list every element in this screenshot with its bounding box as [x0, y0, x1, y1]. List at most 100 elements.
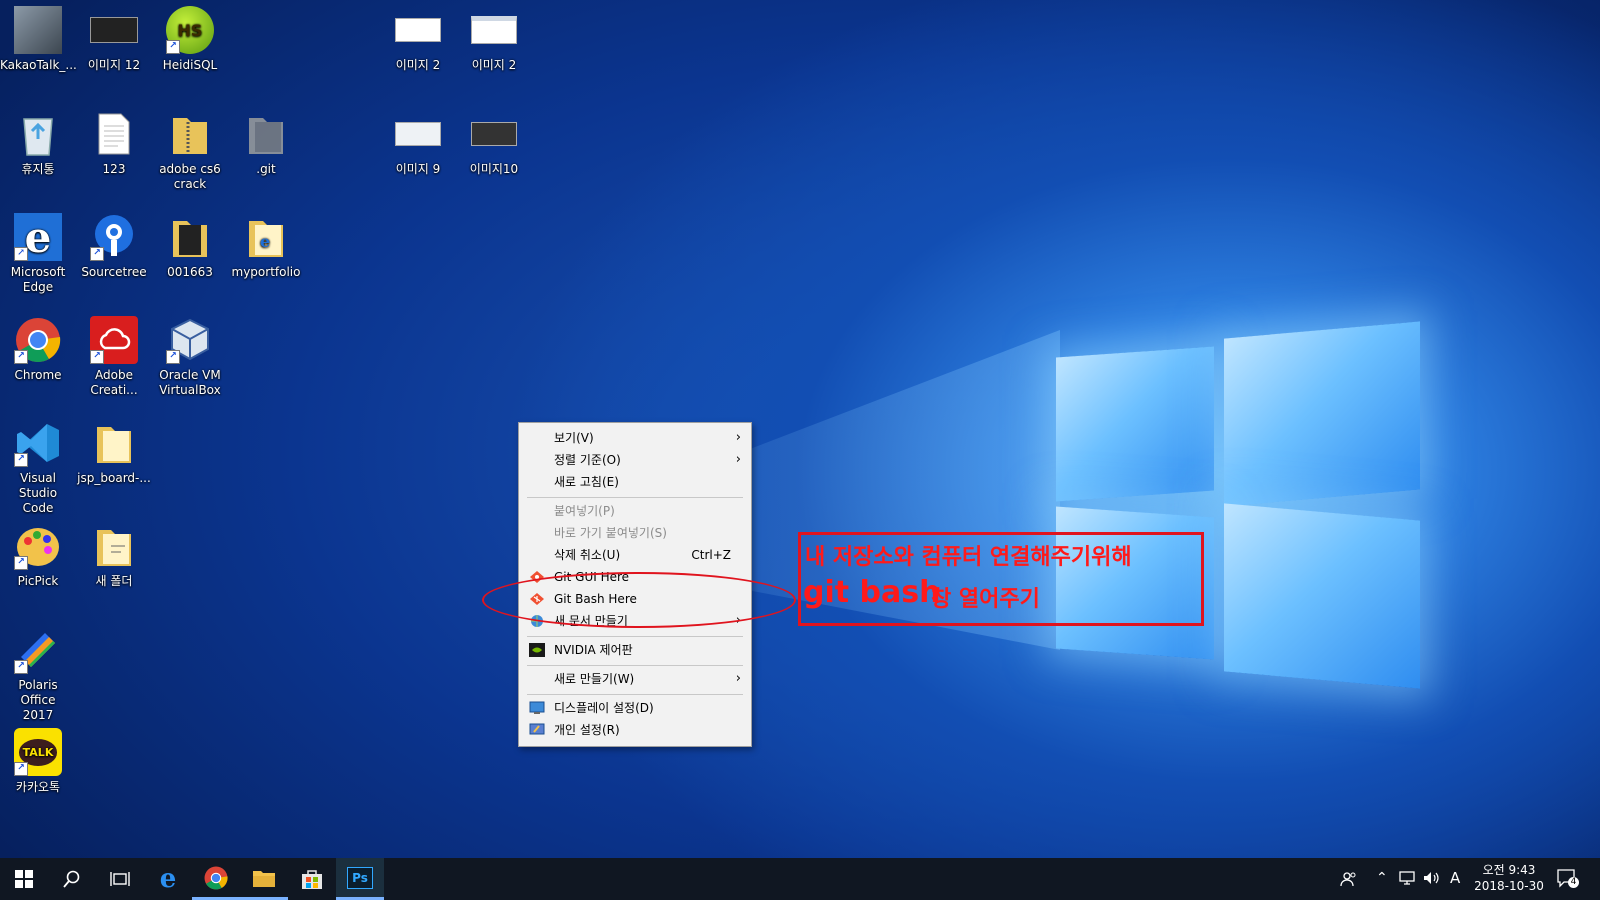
shortcut-arrow-icon: ↗ — [14, 247, 28, 261]
desktop-icon-sourcetree[interactable]: ↗ Sourcetree — [76, 213, 152, 280]
menu-item-undo-delete[interactable]: 삭제 취소(U) Ctrl+Z — [519, 544, 751, 566]
desktop-icon-image-12[interactable]: 이미지 12 — [76, 6, 152, 73]
desktop-icon-image-2b[interactable]: 이미지 2 — [456, 6, 532, 73]
menu-item-label: 보기(V) — [554, 431, 594, 445]
icon-label: Chrome — [14, 368, 62, 382]
taskbar-file-explorer[interactable] — [240, 858, 288, 900]
icon-label: 새 폴더 — [95, 574, 133, 588]
taskbar-edge[interactable]: e — [144, 858, 192, 900]
desktop-icon-virtualbox[interactable]: ↗ Oracle VM VirtualBox — [152, 316, 228, 398]
menu-item-paste[interactable]: 붙여넣기(P) — [519, 500, 751, 522]
menu-item-sort-by[interactable]: 정렬 기준(O) › — [519, 449, 751, 471]
menu-item-new[interactable]: 새로 만들기(W) › — [519, 668, 751, 690]
clock[interactable]: 오전 9:43 2018-10-30 — [1474, 862, 1544, 894]
icon-label: PicPick — [17, 574, 59, 588]
annotation-line-2-rest: 창 열어주기 — [931, 587, 1040, 612]
desktop-icon-git-folder[interactable]: .git — [228, 110, 304, 177]
desktop-icon-kakaotalk-image[interactable]: KakaoTalk_... — [0, 6, 77, 73]
personalize-icon — [529, 723, 545, 735]
recycle-bin-icon — [14, 110, 62, 158]
icon-label: 카카오톡 — [15, 780, 61, 794]
menu-item-label: 새로 고침(E) — [554, 475, 619, 489]
desktop-icon-123[interactable]: 123 — [76, 110, 152, 177]
desktop-icon-microsoft-edge[interactable]: e ↗ Microsoft Edge — [0, 213, 76, 295]
vscode-icon: ↗ — [14, 419, 62, 467]
icon-label: Adobe Creati... — [90, 368, 138, 397]
ime-indicator[interactable]: A — [1450, 869, 1460, 887]
shortcut-arrow-icon: ↗ — [90, 247, 104, 261]
icon-label: Microsoft Edge — [10, 265, 66, 294]
desktop-icon-heidisql[interactable]: HS ↗ HeidiSQL — [152, 6, 228, 73]
desktop-icon-001663[interactable]: 001663 — [152, 213, 228, 280]
svg-text:e: e — [260, 232, 270, 251]
desktop-icon-vscode[interactable]: ↗ Visual Studio Code — [0, 419, 76, 516]
people-icon[interactable] — [1340, 870, 1358, 891]
desktop-icon-chrome[interactable]: ↗ Chrome — [0, 316, 76, 383]
desktop[interactable]: KakaoTalk_... 휴지통 e ↗ Microsoft Edge ↗ C… — [0, 0, 1600, 858]
menu-item-refresh[interactable]: 새로 고침(E) — [519, 471, 751, 493]
action-center-button[interactable]: 4 — [1556, 868, 1579, 891]
menu-item-nvidia[interactable]: NVIDIA 제어판 — [519, 639, 751, 661]
search-button[interactable] — [48, 858, 96, 900]
wallpaper-logo-pane — [1224, 321, 1420, 507]
volume-icon[interactable] — [1422, 870, 1440, 889]
menu-item-label: 바로 가기 붙여넣기(S) — [554, 526, 667, 540]
menu-item-display-settings[interactable]: 디스플레이 설정(D) — [519, 697, 751, 719]
clock-time: 오전 9:43 — [1482, 863, 1536, 877]
shortcut-arrow-icon: ↗ — [14, 350, 28, 364]
task-view-button[interactable] — [96, 858, 144, 900]
menu-item-shortcut: Ctrl+Z — [691, 548, 731, 562]
desktop-icon-image-9[interactable]: 이미지 9 — [380, 110, 456, 177]
shortcut-arrow-icon: ↗ — [166, 350, 180, 364]
menu-item-paste-shortcut[interactable]: 바로 가기 붙여넣기(S) — [519, 522, 751, 544]
folder-icon: e — [242, 213, 290, 261]
desktop-icon-kakaotalk[interactable]: TALK ↗ 카카오톡 — [0, 728, 76, 795]
picpick-palette-icon: ↗ — [14, 522, 62, 570]
icon-label: 이미지10 — [469, 162, 519, 176]
icon-label: 이미지 2 — [471, 58, 517, 72]
menu-item-label: 붙여넣기(P) — [554, 504, 615, 518]
menu-separator — [527, 497, 743, 498]
desktop-icon-adobe-cs6-crack[interactable]: adobe cs6 crack — [152, 110, 228, 192]
wallpaper-logo-pane — [1224, 503, 1420, 689]
desktop-icon-recycle-bin[interactable]: 휴지통 — [0, 110, 76, 177]
icon-label: .git — [256, 162, 276, 176]
start-button[interactable] — [0, 858, 48, 900]
icon-label: Polaris Office 2017 — [18, 678, 58, 722]
desktop-icon-polaris-office[interactable]: ↗ Polaris Office 2017 — [0, 626, 76, 723]
desktop-icon-myportfolio[interactable]: e myportfolio — [228, 213, 304, 280]
desktop-icon-image-2a[interactable]: 이미지 2 — [380, 6, 456, 73]
network-icon[interactable] — [1398, 870, 1416, 889]
annotation-ellipse — [482, 572, 796, 628]
annotation-box: 내 저장소와 컴퓨터 연결해주기위해 git bash 창 열어주기 — [798, 532, 1204, 626]
zip-folder-icon — [166, 110, 214, 158]
icon-label: 001663 — [167, 265, 213, 279]
wallpaper-logo-pane — [1056, 346, 1214, 502]
menu-item-label: 개인 설정(R) — [554, 723, 620, 737]
edge-icon: e — [159, 864, 177, 894]
menu-item-view[interactable]: 보기(V) › — [519, 427, 751, 449]
task-view-icon — [110, 872, 130, 886]
taskbar-chrome[interactable] — [192, 858, 240, 900]
menu-item-label: 새로 만들기(W) — [554, 672, 635, 686]
desktop-icon-adobe-creative-cloud[interactable]: ↗ Adobe Creati... — [76, 316, 152, 398]
menu-item-label: 정렬 기준(O) — [554, 453, 621, 467]
icon-label: 123 — [102, 162, 126, 176]
photo-thumbnail-icon — [14, 6, 62, 54]
folder-icon — [166, 213, 214, 261]
taskbar-store[interactable] — [288, 858, 336, 900]
desktop-icon-image-10[interactable]: 이미지10 — [456, 110, 532, 177]
desktop-icon-new-folder[interactable]: 새 폴더 — [76, 522, 152, 589]
monitor-icon — [529, 701, 545, 714]
desktop-icon-jsp-board[interactable]: jsp_board-... — [76, 419, 152, 486]
chevron-up-icon[interactable]: ⌃ — [1376, 870, 1388, 886]
taskbar-photoshop[interactable]: Ps — [336, 858, 384, 900]
menu-item-label: 삭제 취소(U) — [554, 548, 621, 562]
icon-label: 이미지 2 — [395, 58, 441, 72]
text-document-icon — [90, 110, 138, 158]
menu-separator — [527, 636, 743, 637]
sourcetree-icon: ↗ — [90, 213, 138, 261]
shortcut-arrow-icon: ↗ — [14, 556, 28, 570]
desktop-icon-picpick[interactable]: ↗ PicPick — [0, 522, 76, 589]
menu-item-personalize[interactable]: 개인 설정(R) — [519, 719, 751, 741]
